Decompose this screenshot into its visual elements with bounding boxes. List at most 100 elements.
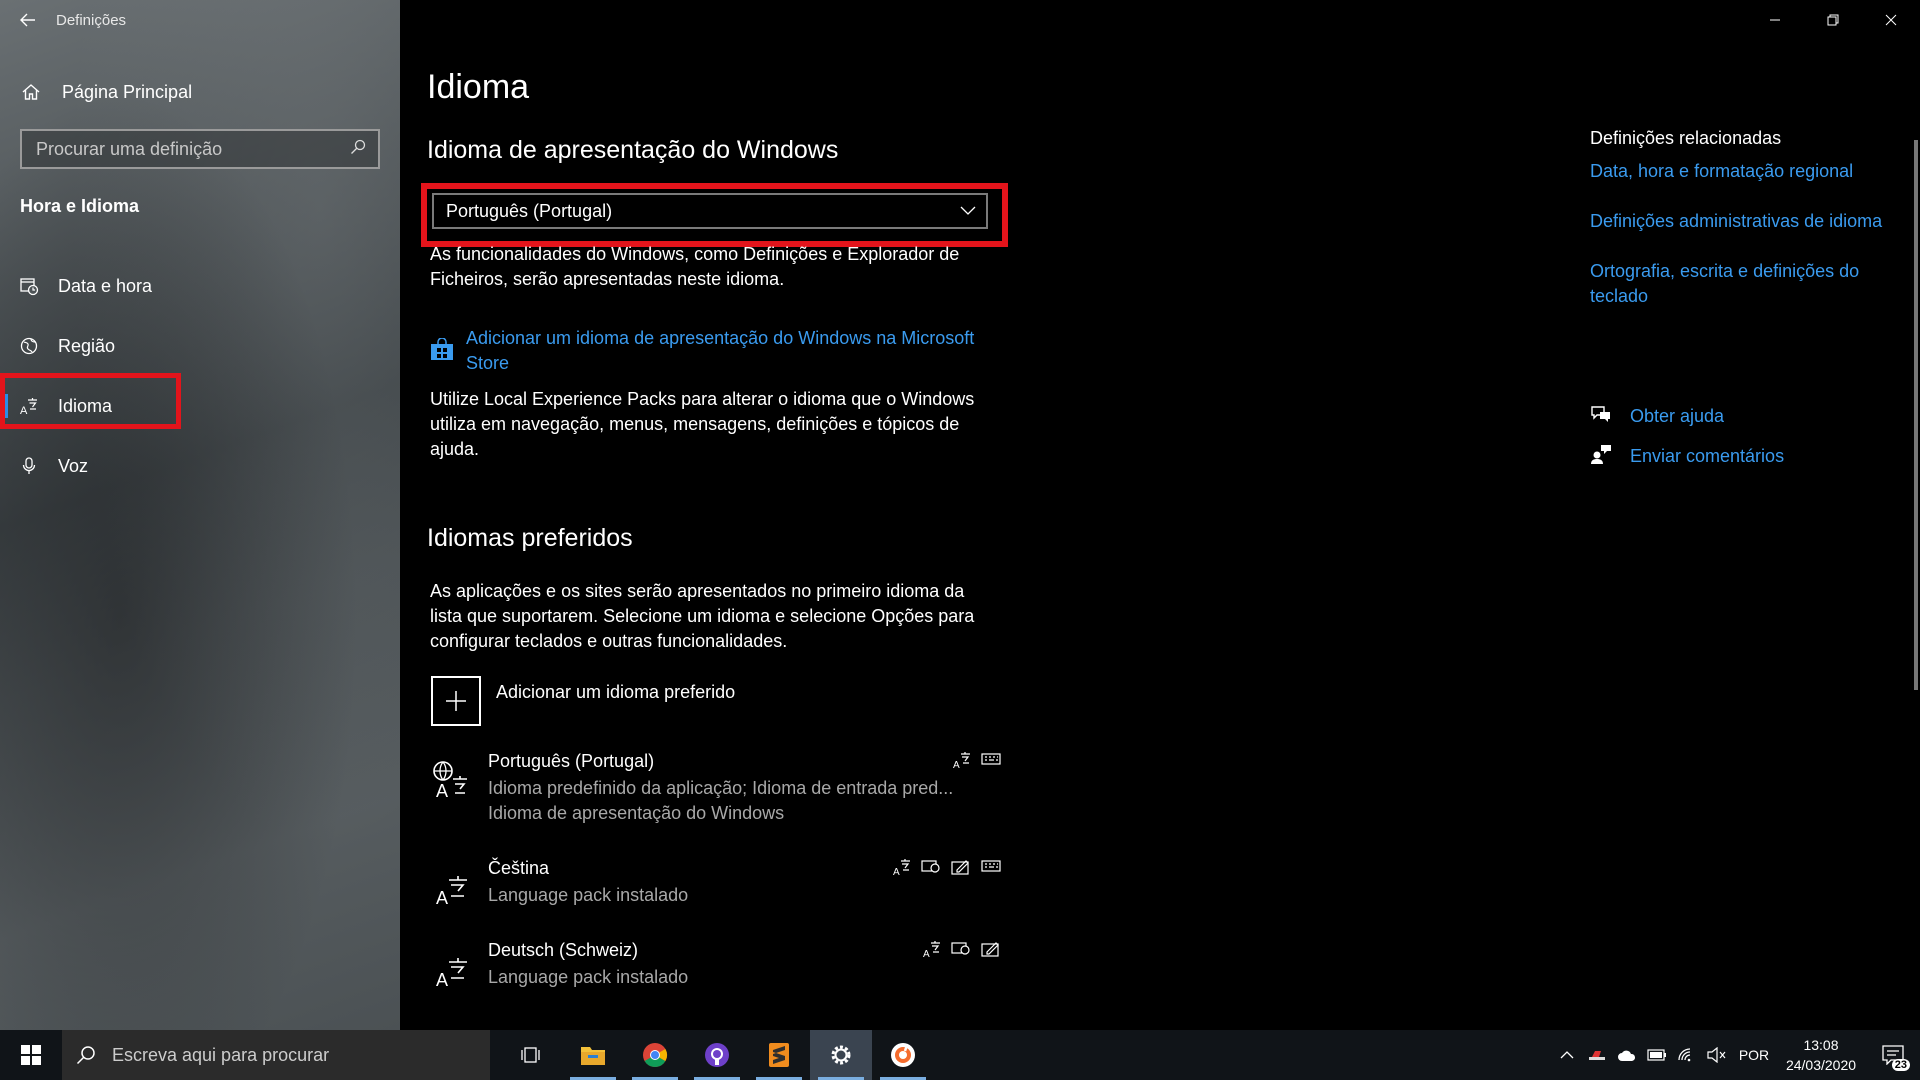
language-status: Language pack instalado [488, 967, 689, 987]
clock[interactable]: 13:08 24/03/2020 [1776, 1035, 1866, 1075]
related-settings-title: Definições relacionadas [1590, 128, 1782, 148]
language-status: Idioma predefinido da aplicação; Idioma … [488, 776, 988, 826]
windows-logo-icon [21, 1045, 41, 1065]
clock-date: 24/03/2020 [1785, 1057, 1857, 1073]
usb-device-icon [1589, 1051, 1605, 1060]
store-bag-icon [430, 326, 466, 365]
volume-muted-icon [1707, 1047, 1726, 1063]
task-view-button[interactable] [500, 1030, 562, 1080]
microphone-icon [0, 456, 58, 476]
language-globe-icon: A [431, 759, 471, 804]
scrollbar[interactable] [1914, 140, 1918, 690]
language-name: Deutsch (Schweiz) [488, 940, 639, 960]
settings-search-input[interactable] [36, 138, 336, 160]
display-language-dropdown[interactable]: Português (Portugal) [432, 193, 988, 229]
notification-count-badge: 23 [1891, 1059, 1910, 1071]
close-icon [1885, 14, 1897, 26]
help-section: Obter ajuda Enviar comentários [1590, 396, 1784, 476]
svg-text:A: A [953, 760, 960, 769]
chevron-up-icon [1560, 1051, 1574, 1059]
task-view-icon [521, 1047, 540, 1063]
system-tray: POR 13:08 24/03/2020 23 [1552, 1030, 1920, 1080]
related-link-spelling-typing[interactable]: Ortografia, escrita e definições do tecl… [1590, 259, 1890, 309]
tray-app-button[interactable] [1582, 1048, 1612, 1062]
dropdown-value: Português (Portugal) [446, 200, 613, 221]
settings-button[interactable] [810, 1030, 872, 1080]
related-link-regional-format[interactable]: Data, hora e formatação regional [1590, 159, 1890, 184]
language-status: Language pack instalado [488, 885, 689, 905]
close-button[interactable] [1862, 0, 1920, 40]
taskbar: Escreva aqui para procurar POR 13:08 24/… [0, 1030, 1920, 1080]
back-arrow-icon [20, 13, 35, 27]
add-language-label: Adicionar um idioma preferido [496, 681, 736, 702]
input-language-indicator[interactable]: POR [1732, 1047, 1776, 1063]
search-icon [76, 1046, 95, 1065]
sidebar-item-voz[interactable]: Voz [0, 436, 400, 496]
sublime-text-icon [769, 1043, 789, 1067]
language-name: Čeština [488, 858, 550, 878]
display-language-feature-icon: A [923, 941, 940, 958]
network-button[interactable] [1672, 1047, 1702, 1063]
language-features: A [923, 940, 1001, 958]
back-button[interactable] [0, 0, 56, 40]
globe-region-icon [0, 336, 58, 356]
home-link[interactable]: Página Principal [0, 72, 400, 112]
sidebar-item-data-e-hora[interactable]: Data e hora [0, 256, 400, 316]
related-link-admin-language[interactable]: Definições administrativas de idioma [1590, 209, 1890, 234]
clock-time: 13:08 [1803, 1037, 1839, 1053]
store-link-text[interactable]: Adicionar um idioma de apresentação do W… [466, 326, 986, 376]
feedback-link[interactable]: Enviar comentários [1590, 436, 1784, 476]
get-help-label: Obter ajuda [1630, 405, 1725, 426]
file-explorer-button[interactable] [562, 1030, 624, 1080]
window-title: Definições [56, 11, 127, 29]
svg-text:A: A [923, 949, 930, 958]
speech-feature-icon [951, 942, 970, 955]
github-icon [705, 1043, 729, 1067]
language-item-deutsch[interactable]: A Deutsch (Schweiz) Language pack instal… [431, 940, 1001, 1020]
search-icon[interactable] [350, 139, 366, 160]
add-language-button[interactable]: Adicionar um idioma preferido [431, 676, 735, 726]
volume-button[interactable] [1702, 1047, 1732, 1063]
minimize-button[interactable] [1746, 0, 1804, 40]
restore-button[interactable] [1804, 0, 1862, 40]
sublime-text-button[interactable] [748, 1030, 810, 1080]
settings-search[interactable] [20, 129, 380, 169]
origin-icon [891, 1043, 915, 1067]
minimize-icon [1770, 19, 1780, 21]
sidebar-item-regiao[interactable]: Região [0, 316, 400, 376]
store-link[interactable]: Adicionar um idioma de apresentação do W… [430, 326, 986, 376]
sidebar-item-label: Data e hora [58, 275, 153, 296]
handwriting-feature-icon [981, 942, 999, 957]
display-language-feature-icon: A [893, 859, 910, 876]
sidebar-item-label: Voz [58, 455, 89, 476]
window-controls [1746, 0, 1920, 40]
battery-button[interactable] [1642, 1049, 1672, 1061]
github-desktop-button[interactable] [686, 1030, 748, 1080]
restore-icon [1827, 14, 1839, 26]
related-settings: Definições relacionadas Data, hora e for… [1590, 128, 1890, 334]
sidebar-item-label: Região [58, 335, 116, 356]
feedback-label: Enviar comentários [1630, 445, 1785, 466]
tray-overflow-button[interactable] [1552, 1050, 1582, 1060]
display-language-description: As funcionalidades do Windows, como Defi… [430, 244, 960, 289]
origin-button[interactable] [872, 1030, 934, 1080]
speech-feature-icon [921, 860, 940, 873]
svg-text:A: A [436, 781, 448, 799]
svg-text:A: A [436, 970, 448, 988]
action-center-button[interactable]: 23 [1866, 1045, 1920, 1071]
language-item-cestina[interactable]: A Čeština Language pack instalado A [431, 858, 1001, 938]
gear-icon [831, 1045, 851, 1065]
language-name: Português (Portugal) [488, 751, 655, 771]
start-button[interactable] [0, 1030, 62, 1080]
language-item-portugues[interactable]: A Português (Portugal) Idioma predefinid… [431, 751, 1001, 831]
language-status-line: Idioma predefinido da aplicação; Idioma … [488, 778, 954, 798]
get-help-link[interactable]: Obter ajuda [1590, 396, 1784, 436]
language-icon: A [431, 948, 471, 993]
title-bar: Definições [0, 0, 400, 40]
calendar-clock-icon [0, 276, 58, 296]
chrome-button[interactable] [624, 1030, 686, 1080]
taskbar-search[interactable]: Escreva aqui para procurar [62, 1030, 490, 1080]
file-explorer-icon [581, 1047, 605, 1065]
keyboard-feature-icon [981, 860, 1001, 872]
onedrive-button[interactable] [1612, 1048, 1642, 1062]
